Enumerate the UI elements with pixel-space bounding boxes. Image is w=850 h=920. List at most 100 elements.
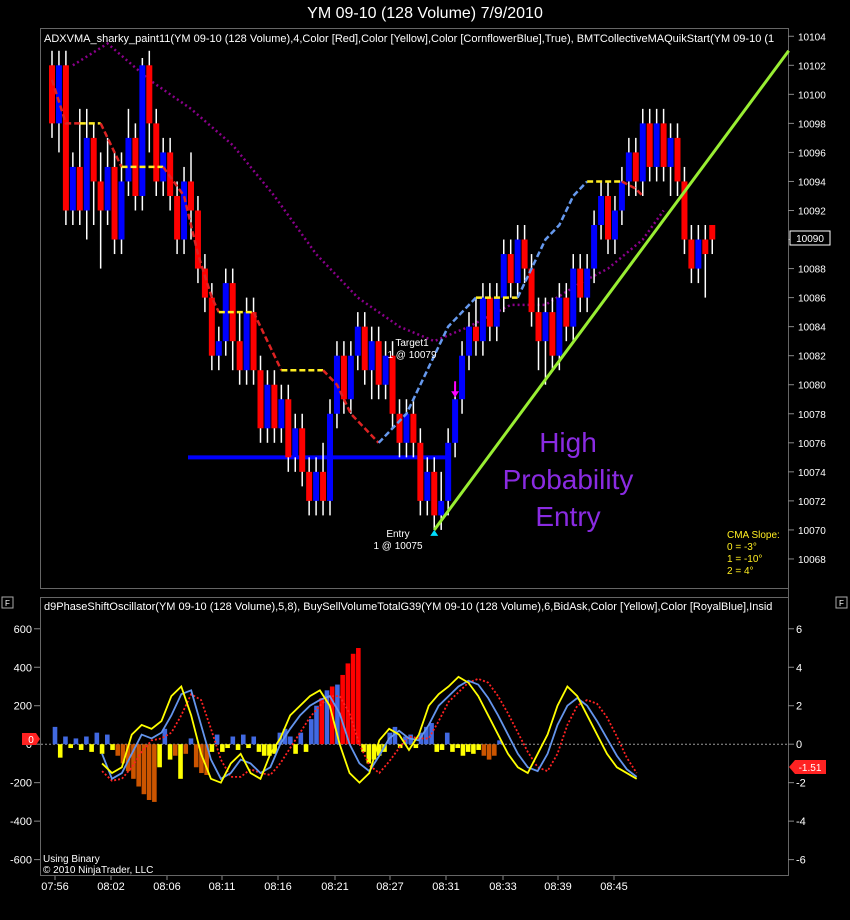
candle-body	[174, 195, 181, 240]
osc-left-tick-label: -600	[10, 855, 32, 867]
candle-body	[264, 384, 271, 429]
candle-body	[118, 181, 125, 240]
volume-hist-bar	[486, 744, 492, 760]
volume-hist-bar	[99, 744, 105, 754]
price-tick-label: 10082	[798, 352, 826, 363]
volume-hist-bar	[434, 744, 440, 752]
candle-body	[125, 137, 132, 182]
volume-hist-bar	[230, 736, 236, 745]
price-tick-label: 10104	[798, 32, 826, 43]
price-tick-label: 10068	[798, 555, 826, 566]
candle-body	[313, 471, 320, 501]
volume-hist-bar	[444, 732, 450, 745]
volume-hist-bar	[308, 719, 314, 745]
osc-right-tick-label: 4	[796, 662, 802, 674]
current-price-value: 10090	[796, 234, 824, 245]
candle-body	[354, 326, 361, 356]
entry-arrow-head	[430, 529, 439, 536]
time-tick-label: 08:16	[264, 881, 292, 893]
volume-hist-bar	[235, 744, 241, 750]
price-tick-label: 10070	[798, 526, 826, 537]
annotation-line2: Probability	[503, 464, 634, 495]
volume-hist-bar	[225, 744, 230, 749]
trendline	[433, 49, 790, 531]
candle-body	[702, 239, 709, 255]
osc-right-tick-label: -2	[796, 778, 806, 790]
target-arrow-head	[451, 391, 460, 398]
candle-body	[69, 166, 76, 211]
candle-body	[646, 123, 653, 167]
candle-body	[410, 413, 417, 443]
candle-body	[208, 297, 215, 356]
volume-hist-bar	[439, 744, 445, 750]
volume-hist-bar	[68, 744, 73, 749]
candle-body	[479, 297, 486, 342]
time-tick-label: 08:27	[376, 881, 404, 893]
candle-body	[83, 137, 90, 211]
candle-body	[514, 239, 521, 284]
volume-hist-bar	[183, 744, 189, 754]
candle-body	[299, 428, 306, 472]
osc-panel-frame	[40, 597, 789, 876]
time-tick-label: 08:06	[153, 881, 181, 893]
candle-body	[361, 326, 368, 371]
candle-body	[570, 268, 577, 327]
candle-body	[605, 195, 611, 240]
time-tick-label: 08:39	[544, 881, 572, 893]
candle-body	[674, 137, 681, 182]
chart-canvas[interactable]: 10068 10070 10072 10074 10076 10078 10080 10082…	[0, 0, 850, 920]
osc-right-tick-label: 0	[796, 739, 802, 751]
volume-hist-bar	[178, 744, 183, 779]
osc-left-tick-label: -400	[10, 816, 32, 828]
target-label-line1: Target1	[395, 338, 429, 349]
volume-hist-bar	[492, 744, 497, 756]
candle-body	[632, 152, 639, 182]
candle-body	[347, 355, 354, 400]
candle-body	[327, 413, 333, 501]
candle-body	[181, 181, 188, 240]
price-tick-label: 10096	[798, 148, 826, 159]
price-tick-label: 10086	[798, 294, 826, 305]
candle-body	[55, 65, 62, 124]
time-tick-label: 08:33	[489, 881, 517, 893]
candle-body	[452, 399, 459, 443]
osc-right-tick-label: -4	[796, 816, 806, 828]
volume-hist-bar	[288, 736, 293, 745]
volume-hist-bar	[52, 726, 58, 745]
volume-hist-bar	[188, 738, 194, 745]
candle-body	[466, 326, 472, 356]
candle-body	[493, 297, 500, 327]
volume-hist-bar	[57, 744, 63, 758]
candle-body	[62, 65, 69, 211]
candle-body	[167, 152, 174, 196]
volume-hist-bar	[246, 744, 251, 749]
price-tick-label: 10092	[798, 206, 826, 217]
time-tick-label: 08:31	[432, 881, 460, 893]
candle-body	[577, 268, 584, 298]
osc-panel-marker-right-text: F	[839, 599, 844, 608]
volume-hist-bar	[450, 744, 455, 752]
price-tick-label: 10084	[798, 323, 826, 334]
candle-body	[549, 312, 556, 356]
candle-body	[667, 137, 674, 167]
cma-slope-line-2: 2 = 4°	[727, 566, 754, 577]
candle-body	[709, 225, 716, 240]
volume-hist-bar	[356, 648, 361, 745]
candle-body	[438, 500, 445, 516]
candle-body	[76, 166, 83, 211]
target-label-line2: 1 @ 10079	[387, 350, 437, 361]
adxvma-segment-down	[252, 311, 283, 371]
osc-left-tick-label: 400	[14, 662, 32, 674]
volume-hist-bar	[84, 736, 89, 745]
volume-hist-bar	[63, 736, 68, 745]
price-tick-label: 10074	[798, 468, 826, 479]
candle-body	[535, 312, 542, 342]
volume-hist-bar	[209, 744, 215, 752]
volume-hist-bar	[94, 732, 100, 745]
candle-body	[49, 65, 55, 124]
volume-hist-bar	[476, 744, 481, 750]
candle-body	[104, 166, 111, 211]
candle-body	[285, 399, 292, 458]
time-axis: 07:56 08:02 08:06 08:11 08:16 08:21 08:27 08:31…	[41, 876, 628, 893]
candle-body	[486, 297, 493, 327]
